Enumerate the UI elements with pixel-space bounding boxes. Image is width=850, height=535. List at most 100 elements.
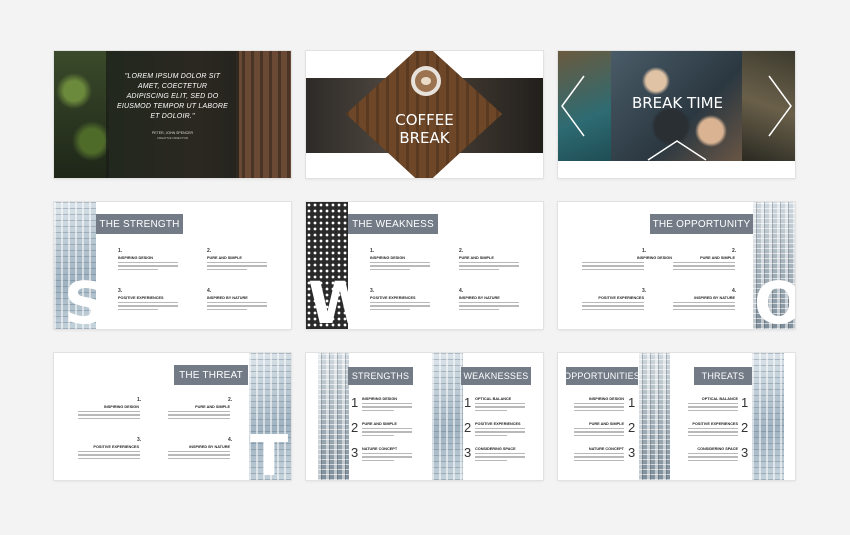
item-heading: PURE AND SIMPLE (207, 256, 242, 260)
item-heading: INSPIRING DESIGN (370, 256, 406, 260)
item-num: 4. (732, 288, 737, 294)
slide-weakness[interactable]: W THE WEAKNESS 1. INSPIRING DESIGN 2. PU… (306, 202, 543, 329)
item-body (475, 403, 525, 412)
item-heading: INSPIRED BY NATURE (459, 296, 500, 300)
item-heading: POSITIVE EXPERIENCES (598, 296, 644, 300)
item-num: 3 (628, 445, 636, 460)
chevron-left-icon (561, 75, 585, 137)
slide-coffee-break[interactable]: COFFEE BREAK (306, 51, 543, 178)
item-num: 3. (118, 288, 123, 294)
item-heading: PURE AND SIMPLE (195, 405, 230, 409)
item-num: 1 (741, 395, 749, 410)
coffee-title-1: COFFEE (395, 111, 454, 129)
slide-opportunities-threats[interactable]: OPPORTUNITIES THREATS 1 INSPIRING DESIGN… (558, 353, 795, 480)
item-num: 1 (628, 395, 636, 410)
wood-wall-right (236, 51, 291, 178)
item-body (673, 262, 735, 271)
item-body (574, 428, 624, 437)
item-num: 2 (351, 420, 359, 435)
item-body (362, 403, 412, 412)
chevron-up-icon (647, 140, 707, 161)
strength-title: THE STRENGTH (96, 214, 183, 234)
item-num: 2 (628, 420, 636, 435)
item-num: 2. (732, 248, 737, 254)
big-letter-o: O (754, 269, 795, 329)
slide-break-time[interactable]: BREAK TIME (558, 51, 795, 178)
item-body (673, 302, 735, 311)
slide-opportunity[interactable]: O THE OPPORTUNITY 1. INSPIRING DESIGN 2.… (558, 202, 795, 329)
building-photo-left (639, 353, 670, 480)
threats-title: THREATS (694, 367, 752, 385)
item-heading: INSPIRING DESIGN (362, 397, 398, 401)
big-letter-w: W (308, 269, 372, 329)
item-heading: POSITIVE EXPERIENCES (93, 445, 139, 449)
item-heading: INSPIRED BY NATURE (694, 296, 735, 300)
item-heading: POSITIVE EXPERIENCES (370, 296, 416, 300)
item-num: 1 (351, 395, 359, 410)
item-num: 3. (137, 437, 142, 443)
weaknesses-title: WEAKNESSES (461, 367, 531, 385)
item-body (362, 428, 412, 437)
item-body (475, 428, 525, 437)
item-num: 3 (351, 445, 359, 460)
item-num: 4. (228, 437, 233, 443)
item-body (582, 302, 644, 311)
item-body (78, 451, 140, 460)
slide-strengths-weaknesses[interactable]: STRENGTHS WEAKNESSES 1 INSPIRING DESIGN … (306, 353, 543, 480)
item-body (207, 262, 267, 271)
quote-role: CREATIVE DIRECTOR (156, 136, 189, 140)
quote-author: PETER, JOHN SPENCER (151, 131, 194, 135)
item-body (574, 403, 624, 412)
item-body (688, 403, 738, 412)
item-num: 1 (464, 395, 472, 410)
slide-quote[interactable]: "LOREM IPSUM DOLOR SIT AMET, COECTETUR A… (54, 51, 291, 178)
slide-strength[interactable]: S THE STRENGTH 1. INSPIRING DESIGN 2. PU… (54, 202, 291, 329)
slide-threat[interactable]: T THE THREAT 1. INSPIRING DESIGN 2. PURE… (54, 353, 291, 480)
item-body (207, 302, 267, 311)
item-body (118, 262, 178, 271)
item-body (370, 262, 430, 271)
item-heading: INSPIRING DESIGN (636, 256, 672, 260)
item-num: 4. (207, 288, 212, 294)
item-num: 2. (228, 397, 233, 403)
item-body (168, 451, 230, 460)
item-num: 1. (642, 248, 647, 254)
item-heading: INSPIRING DESIGN (103, 405, 139, 409)
item-heading: INSPIRING DESIGN (588, 397, 624, 401)
item-body (582, 262, 644, 271)
item-heading: POSITIVE EXPERIENCES (118, 296, 164, 300)
item-heading: POSITIVE EXPERIENCES (475, 422, 521, 426)
big-letter-t: T (250, 424, 289, 481)
item-heading: PURE AND SIMPLE (362, 422, 397, 426)
item-num: 3. (642, 288, 647, 294)
item-num: 3 (741, 445, 749, 460)
quote-text: "LOREM IPSUM DOLOR SIT AMET, COECTETUR A… (117, 73, 228, 120)
item-num: 1. (370, 248, 375, 254)
item-heading: OPTICAL BALANCE (701, 397, 738, 401)
item-body (688, 453, 738, 462)
item-body (688, 428, 738, 437)
item-num: 2 (464, 420, 472, 435)
big-letter-s: S (64, 269, 106, 329)
item-body (459, 302, 519, 311)
item-body (168, 411, 230, 420)
strengths-title: STRENGTHS (348, 367, 413, 385)
item-heading: INSPIRING DESIGN (118, 256, 154, 260)
item-num: 2 (741, 420, 749, 435)
threat-title: THE THREAT (174, 365, 248, 385)
item-body (362, 453, 412, 462)
item-heading: PURE AND SIMPLE (700, 256, 735, 260)
building-photo-left (318, 353, 349, 480)
greenery-photo-left (54, 51, 109, 178)
item-body (118, 302, 178, 311)
item-num: 1. (137, 397, 142, 403)
item-heading: INSPIRED BY NATURE (189, 445, 230, 449)
item-body (78, 411, 140, 420)
item-num: 2. (459, 248, 464, 254)
item-heading: OPTICAL BALANCE (475, 397, 512, 401)
item-heading: NATURE CONCEPT (588, 447, 624, 451)
opportunities-title: OPPORTUNITIES (564, 367, 640, 385)
opportunity-title: THE OPPORTUNITY (650, 214, 753, 234)
item-num: 2. (207, 248, 212, 254)
item-body (574, 453, 624, 462)
